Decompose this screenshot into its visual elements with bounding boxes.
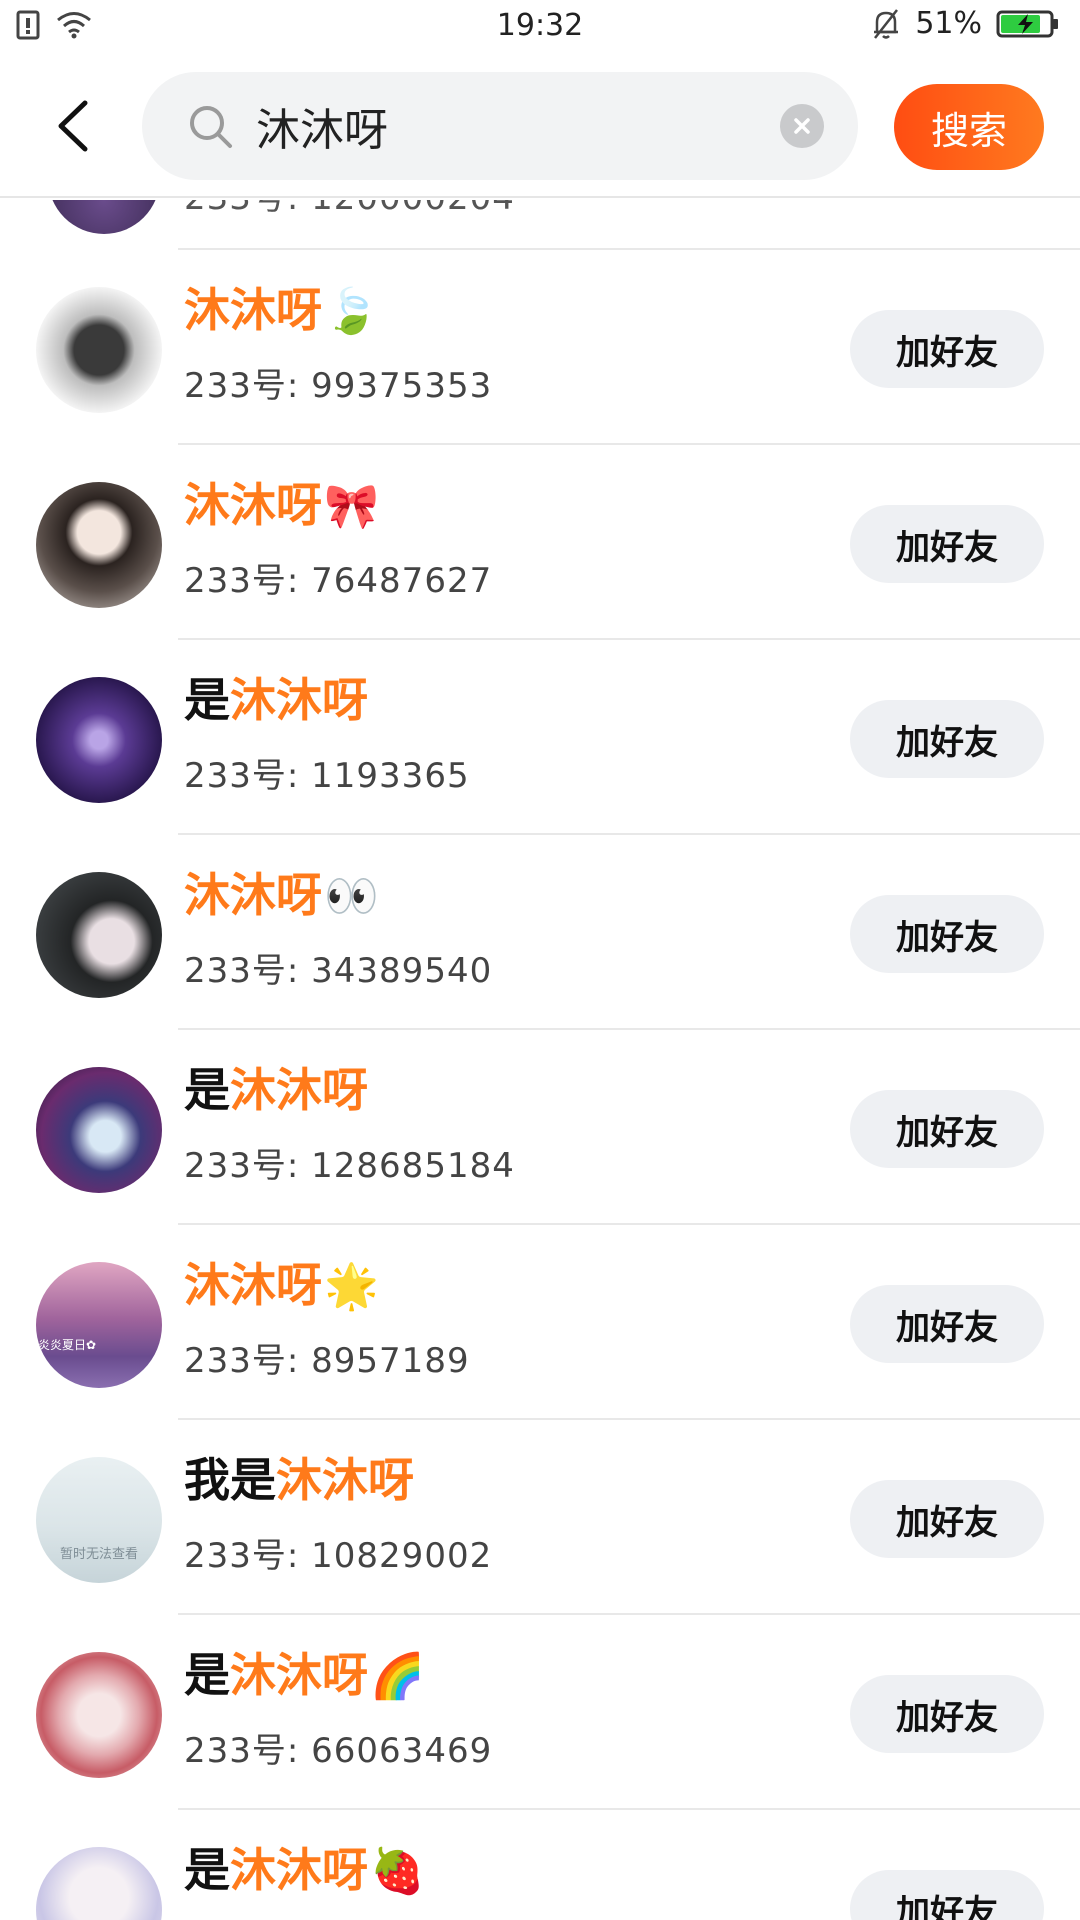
avatar[interactable]	[36, 1652, 162, 1778]
user-id: 233号: 76487627	[184, 561, 493, 601]
add-friend-button[interactable]: 加好友	[850, 1675, 1044, 1753]
add-friend-button[interactable]: 加好友	[850, 1285, 1044, 1363]
avatar	[48, 200, 160, 234]
user-name: 沐沐呀🌟	[184, 1255, 379, 1317]
search-button[interactable]: 搜索	[894, 84, 1044, 170]
name-emoji: 👀	[324, 871, 379, 922]
add-friend-button[interactable]: 加好友	[850, 700, 1044, 778]
chevron-left-icon	[58, 100, 88, 152]
name-prefix: 是	[184, 1063, 230, 1117]
avatar[interactable]	[36, 1847, 162, 1920]
list-item[interactable]: 暂时无法查看 我是沐沐呀 233号: 10829002 加好友	[0, 1420, 1080, 1615]
add-friend-button[interactable]: 加好友	[850, 895, 1044, 973]
name-prefix: 我是	[184, 1453, 276, 1507]
user-id: 233号: 10829002	[184, 1536, 493, 1576]
user-id: 233号: 128685184	[184, 1146, 515, 1186]
name-highlight: 沐沐呀	[276, 1453, 414, 1507]
user-id: 233号: 34389540	[184, 951, 493, 991]
avatar[interactable]	[36, 287, 162, 413]
user-name: 是沐沐呀	[184, 1060, 370, 1122]
search-input[interactable]	[254, 92, 774, 160]
add-friend-button[interactable]: 加好友	[850, 1480, 1044, 1558]
mute-bell-icon	[874, 8, 899, 39]
list-item[interactable]: 是沐沐呀🌈 233号: 66063469 加好友	[0, 1615, 1080, 1810]
name-highlight: 沐沐呀	[230, 1648, 368, 1702]
list-item[interactable]: 沐沐呀🍃 233号: 99375353 加好友	[0, 250, 1080, 445]
user-name: 是沐沐呀🍓	[184, 1840, 425, 1902]
avatar[interactable]	[36, 872, 162, 998]
list-item[interactable]: 沐沐呀👀 233号: 34389540 加好友	[0, 835, 1080, 1030]
search-box[interactable]	[142, 72, 858, 180]
list-item[interactable]: 沐沐呀🎀 233号: 76487627 加好友	[0, 445, 1080, 640]
user-id: 233号: 120000204	[184, 200, 515, 219]
search-header: 搜索	[0, 52, 1080, 198]
add-friend-button[interactable]: 加好友	[850, 505, 1044, 583]
name-highlight: 沐沐呀	[184, 283, 322, 337]
status-right-icons: 51%	[871, 6, 1060, 41]
name-highlight: 沐沐呀	[230, 1063, 368, 1117]
name-highlight: 沐沐呀	[230, 1843, 368, 1897]
name-prefix: 是	[184, 1648, 230, 1702]
search-icon	[190, 106, 232, 148]
back-button[interactable]	[48, 96, 96, 156]
name-highlight: 沐沐呀	[230, 673, 368, 727]
close-icon	[794, 118, 810, 134]
avatar[interactable]	[36, 482, 162, 608]
list-item[interactable]: 是沐沐呀 233号: 1193365 加好友	[0, 640, 1080, 835]
user-id: 233号: 8957189	[184, 1341, 470, 1381]
user-id: 233号: 99375353	[184, 366, 493, 406]
name-prefix: 是	[184, 673, 230, 727]
user-name: 沐沐呀👀	[184, 865, 379, 927]
list-item-partial[interactable]: 233号: 120000204	[0, 200, 1080, 250]
user-id: 233号: 66063469	[184, 1731, 493, 1771]
status-bar: 19:32 51%	[0, 0, 1080, 52]
list-item[interactable]: 是沐沐呀🍓 加好友	[0, 1810, 1080, 1920]
avatar[interactable]: 炎炎夏日✿	[36, 1262, 162, 1388]
add-friend-button[interactable]: 加好友	[850, 310, 1044, 388]
battery-percent: 51%	[915, 6, 982, 41]
user-id: 233号: 1193365	[184, 756, 470, 796]
name-emoji: 🌟	[324, 1261, 379, 1312]
add-friend-button[interactable]: 加好友	[850, 1870, 1044, 1920]
avatar-caption: 炎炎夏日✿	[38, 1338, 97, 1352]
name-emoji: 🍃	[324, 286, 379, 337]
avatar-caption: 暂时无法查看	[59, 1547, 138, 1562]
avatar[interactable]	[36, 1067, 162, 1193]
name-highlight: 沐沐呀	[184, 868, 322, 922]
user-name: 沐沐呀🎀	[184, 475, 379, 537]
avatar[interactable]: 暂时无法查看	[36, 1457, 162, 1583]
battery-charging-icon	[996, 10, 1058, 37]
add-friend-button[interactable]: 加好友	[850, 1090, 1044, 1168]
user-name: 我是沐沐呀	[184, 1450, 416, 1512]
clear-search-button[interactable]	[780, 104, 824, 148]
name-prefix: 是	[184, 1843, 230, 1897]
name-highlight: 沐沐呀	[184, 1258, 322, 1312]
name-emoji: 🌈	[370, 1651, 425, 1702]
avatar[interactable]	[36, 677, 162, 803]
list-item[interactable]: 是沐沐呀 233号: 128685184 加好友	[0, 1030, 1080, 1225]
name-emoji: 🍓	[370, 1846, 425, 1897]
search-results-list: 233号: 120000204 沐沐呀🍃233号: 99375353加好友沐沐呀…	[0, 200, 1080, 1920]
user-name: 是沐沐呀	[184, 670, 370, 732]
name-highlight: 沐沐呀	[184, 478, 322, 532]
user-name: 沐沐呀🍃	[184, 280, 379, 342]
user-name: 是沐沐呀🌈	[184, 1645, 425, 1707]
list-item[interactable]: 炎炎夏日✿ 沐沐呀🌟 233号: 8957189 加好友	[0, 1225, 1080, 1420]
name-emoji: 🎀	[324, 481, 379, 532]
